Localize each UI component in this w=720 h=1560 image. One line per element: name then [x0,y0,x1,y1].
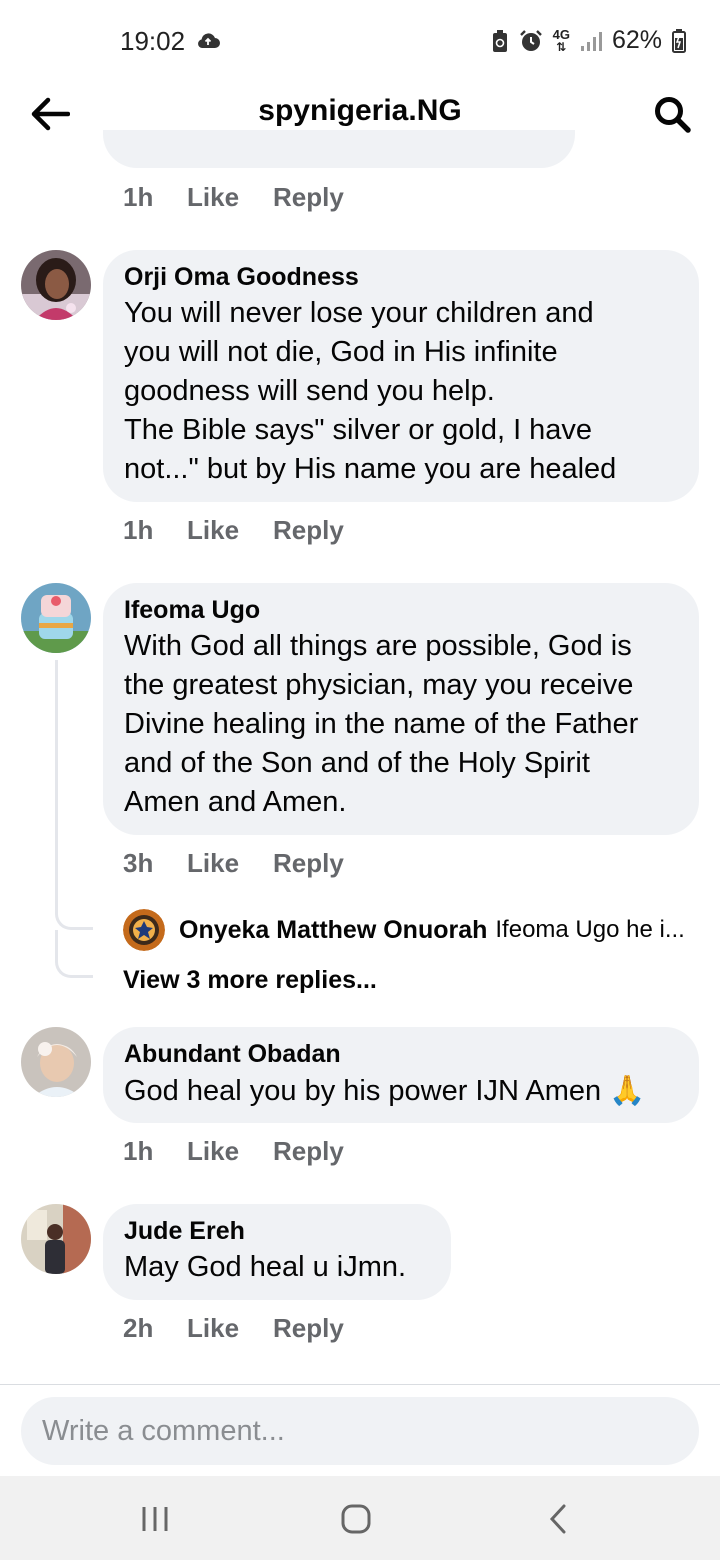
comment-time: 3h [123,848,154,878]
alarm-icon [519,29,543,53]
status-time: 19:02 [120,26,186,56]
status-bar: 19:02 4G ⇅ 62% [0,0,720,80]
comment-time: 1h [123,515,154,545]
comment-actions: 1h Like Reply [123,515,344,546]
comment-text: You will never lose your children and yo… [124,297,617,485]
reply-button[interactable]: Reply [273,1136,344,1167]
thread-connector [55,660,93,930]
reply-button[interactable]: Reply [273,1313,344,1344]
cloud-icon [196,30,220,50]
search-button[interactable] [646,88,698,140]
comment-actions: 2h Like Reply [123,1313,344,1344]
avatar[interactable] [21,583,91,653]
system-nav-bar [0,1476,720,1560]
avatar[interactable] [21,250,91,320]
comment-author[interactable]: Orji Oma Goodness [124,262,677,292]
previous-comment-actions: 1h Like Reply [123,182,344,213]
comment-text: May God heal u iJmn. [124,1251,407,1283]
comment-composer [0,1384,720,1476]
comment-time: 1h [123,1136,154,1166]
view-more-replies-link[interactable]: View 3 more replies... [123,966,377,995]
battery-percent: 62% [611,26,662,54]
comment-time: 2h [123,1313,154,1343]
like-button[interactable]: Like [187,1136,273,1167]
like-button[interactable]: Like [187,182,273,213]
reply-preview[interactable]: Onyeka Matthew Onuorah Ifeoma Ugo he i..… [123,909,703,951]
avatar[interactable] [21,1027,91,1097]
comment-actions: 3h Like Reply [123,848,344,879]
page-title: spynigeria.NG [258,94,462,127]
battery-icon [672,28,686,53]
comment-text: With God all things are possible, God is… [124,630,639,818]
like-button[interactable]: Like [187,515,273,546]
comment-text-line: God heal you by his power IJN Amen 🙏 [124,1071,677,1111]
network-type: 4G ⇅ [552,26,570,54]
home-icon [341,1504,371,1534]
comment-time: 1h [123,182,154,212]
like-button[interactable]: Like [187,1313,273,1344]
comment-text: God heal you by his power IJN Amen [124,1075,602,1107]
recent-apps-icon [142,1507,168,1531]
comment-bubble[interactable]: Abundant Obadan God heal you by his powe… [103,1027,699,1123]
nav-back-button[interactable] [528,1498,588,1540]
comment-input[interactable] [21,1397,699,1465]
status-icons: 4G ⇅ 62% [491,26,686,55]
reply-snippet: Ifeoma Ugo he i... [495,916,685,943]
comment-author[interactable]: Abundant Obadan [124,1039,677,1069]
comment-bubble[interactable]: Jude Ereh May God heal u iJmn. [103,1204,451,1300]
reply-button[interactable]: Reply [273,515,344,546]
folded-hands-emoji: 🙏 [609,1073,646,1107]
signal-icon [580,30,602,52]
back-icon [549,1504,566,1534]
recent-apps-button[interactable] [125,1498,185,1540]
reply-button[interactable]: Reply [273,182,344,213]
like-button[interactable]: Like [187,848,273,879]
search-icon [655,97,691,133]
comment-bubble[interactable]: Orji Oma Goodness You will never lose yo… [103,250,699,502]
comment-bubble[interactable]: Ifeoma Ugo With God all things are possi… [103,583,699,835]
avatar[interactable] [123,909,165,951]
previous-comment-bubble[interactable] [103,130,575,168]
comment-author[interactable]: Jude Ereh [124,1216,429,1246]
reply-author[interactable]: Onyeka Matthew Onuorah [179,916,487,945]
comment-actions: 1h Like Reply [123,1136,344,1167]
comment-author[interactable]: Ifeoma Ugo [124,595,677,625]
battery-saver-icon [491,29,509,53]
thread-connector [55,930,93,978]
home-button[interactable] [326,1498,386,1540]
reply-button[interactable]: Reply [273,848,344,879]
avatar[interactable] [21,1204,91,1274]
